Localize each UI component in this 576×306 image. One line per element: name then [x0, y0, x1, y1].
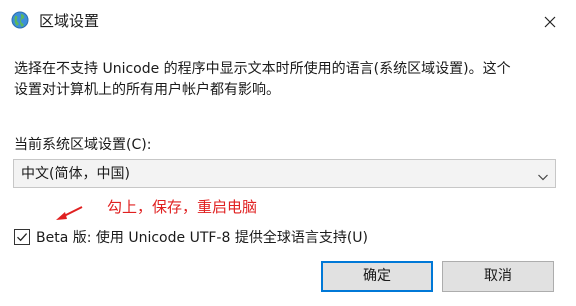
system-locale-label: 当前系统区域设置(C):	[14, 137, 152, 153]
red-arrow-icon	[52, 204, 86, 222]
title-bar: 区域设置	[0, 0, 576, 44]
beta-utf8-checkbox[interactable]	[14, 229, 30, 245]
chevron-down-icon	[537, 168, 549, 181]
annotation-text: 勾上，保存，重启电脑	[107, 198, 258, 216]
ok-button[interactable]: 确定	[321, 261, 433, 292]
description-line: 设置对计算机上的所有用户帐户都有影响。	[14, 82, 280, 98]
globe-icon	[11, 11, 29, 29]
beta-utf8-label: Beta 版: 使用 Unicode UTF-8 提供全球语言支持(U)	[36, 230, 369, 246]
checkmark-icon	[17, 233, 28, 242]
system-locale-select[interactable]: 中文(简体，中国)	[13, 159, 556, 188]
close-icon	[544, 16, 556, 28]
close-button[interactable]	[538, 10, 562, 34]
description-line: 选择在不支持 Unicode 的程序中显示文本时所使用的语言(系统区域设置)。这…	[14, 61, 511, 77]
cancel-button[interactable]: 取消	[442, 261, 554, 292]
window-title: 区域设置	[39, 12, 100, 30]
system-locale-value: 中文(简体，中国)	[21, 166, 130, 182]
region-settings-dialog: 区域设置 选择在不支持 Unicode 的程序中显示文本时所使用的语言(系统区域…	[0, 0, 576, 306]
description-text: 选择在不支持 Unicode 的程序中显示文本时所使用的语言(系统区域设置)。这…	[14, 59, 564, 101]
